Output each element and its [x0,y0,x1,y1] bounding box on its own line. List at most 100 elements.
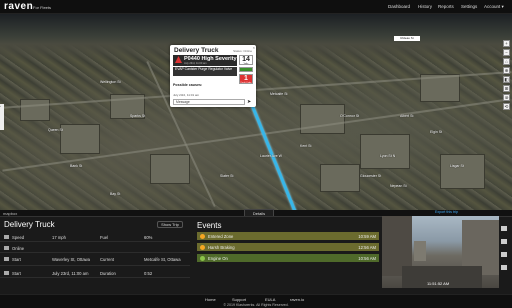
event-time: 12:56 AM [358,245,376,250]
detail-label: Speed [12,235,25,240]
voltage-value: 14 [242,56,250,63]
copyright-text: © 2019 Klashwerks. All Rights Reserved. [223,303,289,307]
detail-label: Start [12,257,21,262]
detail-value: 17 mph [52,235,66,240]
footer-home-link[interactable]: Home [205,297,216,302]
map-label: Kent St [300,144,312,148]
map-label: Bay St [110,192,121,196]
building [360,134,410,169]
nav-reports[interactable]: Reports [438,4,454,9]
zoom-in-button[interactable]: + [503,40,510,47]
event-time: 10:56 AM [358,256,376,261]
export-trip-link[interactable]: Export this trip [435,210,458,214]
detail-value: Metcalfe St, Ottawa [144,257,181,262]
detail-row: Speed 17 mph Fuel 60% [0,231,190,242]
target-button[interactable]: ⊚ [503,94,510,101]
map-label: Lisgar St [450,164,464,168]
clock-icon [4,271,9,275]
fault-description: EVAP Canister Purge Regulator Valve [173,67,237,76]
map-toolbar: + − ⌂ ⊕ ◧ ⊞ ⊚ ⟲ [503,40,510,112]
building [20,99,50,121]
event-item[interactable]: Entered Zone 10:59 AM [197,232,379,240]
rotate-button[interactable]: ⟲ [503,103,510,110]
online-icon [4,246,9,250]
detail-value: Waverley St, Ottawa [52,257,91,262]
top-navbar: raven For Fleets Dashboard History Repor… [0,0,512,14]
close-icon[interactable]: × [253,45,255,50]
speed-icon [4,235,9,239]
nav-settings[interactable]: Settings [461,4,477,9]
footer-eula-link[interactable]: EULA [265,297,275,302]
dashcam-timestamp: 11:51:52 AM [427,281,450,286]
dashcam-video[interactable]: 11:51:52 AM [382,216,499,288]
nav-account[interactable]: Account ▾ [484,4,504,10]
building [150,154,190,184]
map-label: Nepean St [390,184,407,188]
map-label: Bank St [70,164,83,168]
footer-support-link[interactable]: Support [232,297,246,302]
event-dot-icon [200,244,205,250]
vehicle-name: Delivery Truck [4,220,55,229]
message-input[interactable]: Message [173,99,245,105]
send-icon[interactable]: ➤ [247,99,251,105]
logo-subtitle: For Fleets [33,5,52,10]
nav-history[interactable]: History [418,4,432,9]
map-label: Laurier Ave W [260,154,282,158]
footer: Home Support EULA raven.io © 2019 Klashw… [0,294,512,308]
event-item[interactable]: Engine On 10:56 AM [197,254,379,262]
left-panel-toggle[interactable]: ‹ [0,104,4,130]
building [440,154,485,189]
show-trip-button[interactable]: Show Trip [157,221,183,228]
zoom-out-button[interactable]: − [503,49,510,56]
fault-count: 1 [244,75,248,82]
layers-button[interactable]: ◧ [503,76,510,83]
photo-icon[interactable] [501,239,507,244]
fault-count-unit: Fault Code [240,82,252,84]
event-time: 10:59 AM [358,234,376,239]
tab-details[interactable]: Details [244,209,274,216]
event-label: Entered Zone [208,234,234,239]
voltage-unit: Volts [243,63,249,65]
detail-value: 0:52 [144,271,153,276]
detail-label: Current [100,257,114,262]
events-title: Events [197,221,222,230]
detail-label: Start [12,271,21,276]
grid-button[interactable]: ⊞ [503,85,510,92]
event-dot-icon [200,255,205,261]
locate-button[interactable]: ⊕ [503,67,510,74]
warning-icon [175,56,182,63]
detail-row: Start Waverley St, Ottawa Current Metcal… [0,253,190,266]
map-label: Metcalfe St [270,92,288,96]
event-label: Engine On [208,256,228,261]
map-label: Slater St [220,174,234,178]
popup-timestamp: July 23rd, 11:01 am [173,93,200,97]
map-street-tag: Rideau St [394,36,420,41]
footer-raven-link[interactable]: raven.io [290,297,304,302]
nav-dashboard[interactable]: Dashboard [388,4,410,9]
camera-building [414,241,426,261]
detail-value: July 23rd, 11:00 am [52,271,89,276]
map-label: Elgin St [430,130,443,134]
detail-value: 60% [144,235,153,240]
camera-icon[interactable] [501,226,507,231]
home-button[interactable]: ⌂ [503,58,510,65]
event-dot-icon [200,233,205,239]
popup-title: Delivery Truck [174,47,219,54]
event-item[interactable]: Harsh Braking 12:56 AM [197,243,379,251]
possible-causes-label: Possible causes: [173,83,203,87]
video-icon[interactable] [501,252,507,257]
camera-controls [501,226,511,278]
map-label: Albert St [400,114,414,118]
vehicle-alert-popup: Delivery Truck Status: Online × P0440 Hi… [170,45,256,107]
video-camera-icon[interactable] [501,265,507,270]
map-label: O'Connor St [340,114,360,118]
map-label: Gloucester St [360,174,382,178]
detail-row: Start July 23rd, 11:00 am Duration 0:52 [0,267,190,278]
detail-label: Duration [100,271,116,276]
start-icon [4,257,9,261]
building [320,164,360,192]
popup-status: Status: Online [233,49,252,53]
raven-logo[interactable]: raven [4,1,33,12]
satellite-map[interactable]: Queen St Wellington St Metcalfe St O'Con… [0,14,512,210]
fault-code-banner: P0440 High Severity July 23rd, 11:00 am [173,55,237,66]
